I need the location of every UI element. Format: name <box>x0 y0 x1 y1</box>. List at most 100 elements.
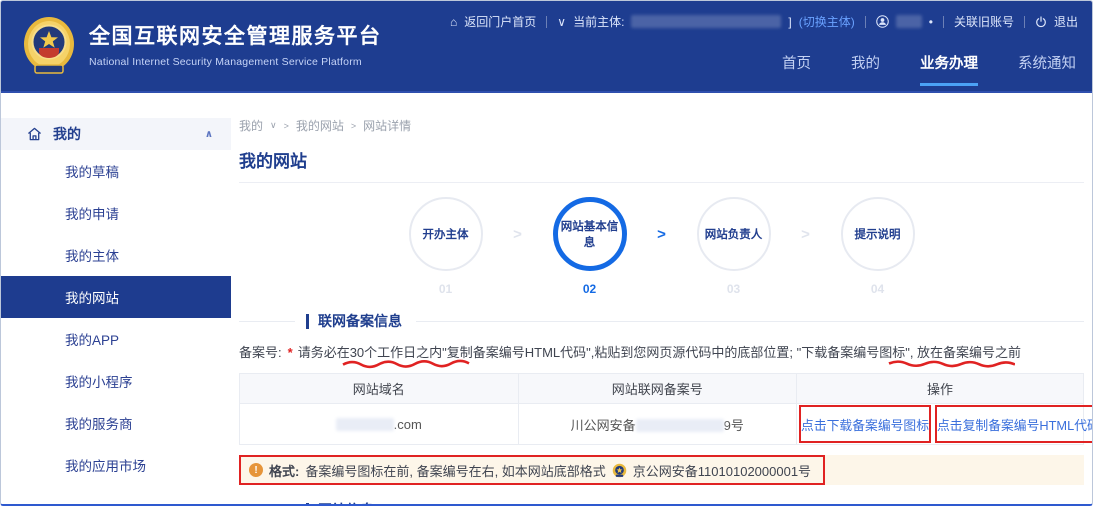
header: 全国互联网安全管理服务平台 National Internet Security… <box>1 1 1092 93</box>
red-underline-annotation <box>887 359 1015 369</box>
section-bar <box>306 503 309 506</box>
redacted-filing-number <box>636 419 724 432</box>
divider <box>239 321 295 322</box>
divider <box>1024 16 1025 28</box>
home-icon: ⌂ <box>450 15 457 29</box>
format-notice-bar: ! 格式: 备案编号图标在前, 备案编号在右, 如本网站底部格式 京公网安备11… <box>239 455 1084 485</box>
police-emblem-logo <box>19 15 79 77</box>
breadcrumb-item-websites[interactable]: 我的网站 <box>296 117 344 134</box>
step-4-circle: 提示说明 <box>841 197 915 271</box>
sidebar-item-applications[interactable]: 我的申请 <box>1 192 231 234</box>
filing-no-suffix: 9号 <box>724 418 744 433</box>
chevron-down-icon[interactable]: ∨ <box>557 15 566 29</box>
breadcrumb: 我的 ∨ > 我的网站 > 网站详情 <box>239 117 1084 134</box>
nav-item-notifications[interactable]: 系统通知 <box>1018 52 1076 86</box>
step-2-circle: 网站基本信息 <box>553 197 627 271</box>
sidebar-item-appmarkets[interactable]: 我的应用市场 <box>1 444 231 486</box>
column-header-filing-number: 网站联网备案号 <box>518 374 797 404</box>
format-label: 格式: <box>269 461 299 480</box>
step-arrow-icon: > <box>783 197 829 271</box>
body: 我的 ∧ 我的草稿 我的申请 我的主体 我的网站 我的APP 我的小程序 我的服… <box>1 93 1092 505</box>
red-box-annotation: ! 格式: 备案编号图标在前, 备案编号在右, 如本网站底部格式 京公网安备11… <box>239 455 825 485</box>
app-subtitle: National Internet Security Management Se… <box>89 56 382 68</box>
step-2-number: 02 <box>583 282 596 296</box>
current-entity-label: 当前主体: <box>573 13 624 30</box>
sidebar-group-mine[interactable]: 我的 ∧ <box>1 118 231 150</box>
power-icon <box>1035 16 1047 28</box>
switch-entity-link[interactable]: (切换主体) <box>799 13 855 30</box>
table-header-row: 网站域名 网站联网备案号 操作 <box>240 374 1084 404</box>
sidebar-item-miniprograms[interactable]: 我的小程序 <box>1 360 231 402</box>
user-icon <box>876 15 889 28</box>
page-title: 我的网站 <box>239 147 1084 172</box>
redacted-user-name <box>896 15 922 28</box>
home-icon <box>27 127 42 141</box>
divider <box>546 16 547 28</box>
divider <box>239 182 1084 183</box>
step-4: 提示说明 04 <box>829 197 927 296</box>
user-mark: • <box>929 15 933 29</box>
breadcrumb-separator: > <box>351 121 356 131</box>
filing-number-note: 备案号: * 请务必在30个工作日之内"复制备案编号HTML代码",粘贴到您网页源代… <box>239 344 1084 362</box>
stepper: 开办主体 01 > 网站基本信息 02 > 网站负责人 03 > 提示说明 04 <box>239 197 1084 296</box>
breadcrumb-item-detail: 网站详情 <box>363 117 411 134</box>
logout-button[interactable]: 退出 <box>1054 13 1078 30</box>
filing-badge-icon <box>612 463 627 478</box>
actions-cell: 点击下载备案编号图标 点击复制备案编号HTML代码 <box>797 404 1084 445</box>
sidebar-item-apps[interactable]: 我的APP <box>1 318 231 360</box>
sidebar-item-providers[interactable]: 我的服务商 <box>1 402 231 444</box>
nav-item-mine[interactable]: 我的 <box>851 52 880 86</box>
step-3: 网站负责人 03 <box>685 197 783 296</box>
nav-item-business[interactable]: 业务办理 <box>920 52 978 86</box>
example-filing-number: 京公网安备11010102000001号 <box>633 461 811 480</box>
sidebar-group-label: 我的 <box>53 124 81 144</box>
breadcrumb-separator: > <box>284 121 289 131</box>
step-arrow-icon: > <box>495 197 541 271</box>
main-content: 我的 ∨ > 我的网站 > 网站详情 我的网站 开办主体 01 > 网站基本信息… <box>231 93 1092 505</box>
brand: 全国互联网安全管理服务平台 National Internet Security… <box>89 20 382 68</box>
sidebar-item-entities[interactable]: 我的主体 <box>1 234 231 276</box>
top-utility-bar: ⌂ 返回门户首页 ∨ 当前主体: ] (切换主体) • 关联旧账号 退出 <box>450 13 1078 30</box>
sidebar-item-drafts[interactable]: 我的草稿 <box>1 150 231 192</box>
step-1-number: 01 <box>439 282 452 296</box>
entity-bracket: ] <box>788 15 791 29</box>
download-filing-icon-link[interactable]: 点击下载备案编号图标 <box>799 405 931 443</box>
step-1-circle: 开办主体 <box>409 197 483 271</box>
filing-table: 网站域名 网站联网备案号 操作 .com 川公网安备9号 <box>239 373 1084 445</box>
filing-number-label: 备案号: <box>239 345 282 360</box>
app-title: 全国互联网安全管理服务平台 <box>89 20 382 50</box>
sidebar-item-websites[interactable]: 我的网站 <box>1 276 231 318</box>
domain-cell: .com <box>240 404 519 445</box>
format-text: 备案编号图标在前, 备案编号在右, 如本网站底部格式 <box>305 461 605 480</box>
actions: 点击下载备案编号图标 点击复制备案编号HTML代码 <box>797 404 1083 444</box>
redacted-domain <box>336 418 394 431</box>
section-header-filing: 联网备案信息 <box>239 311 1084 331</box>
app-window: 全国互联网安全管理服务平台 National Internet Security… <box>0 0 1093 506</box>
section-bar <box>306 314 309 329</box>
divider <box>416 321 1084 322</box>
domain-suffix: .com <box>394 417 422 432</box>
copy-filing-html-link[interactable]: 点击复制备案编号HTML代码 <box>935 405 1093 443</box>
column-header-actions: 操作 <box>797 374 1084 404</box>
portal-home-link[interactable]: 返回门户首页 <box>464 13 536 30</box>
step-2: 网站基本信息 02 <box>541 197 639 296</box>
link-old-account[interactable]: 关联旧账号 <box>954 13 1014 30</box>
section-header-website: 网站信息 <box>239 500 1084 506</box>
step-arrow-icon: > <box>639 197 685 271</box>
chevron-down-icon[interactable]: ∨ <box>270 120 277 131</box>
section-title: 联网备案信息 <box>318 311 402 331</box>
chevron-up-icon: ∧ <box>205 129 213 140</box>
section-title: 网站信息 <box>318 500 374 506</box>
breadcrumb-item-mine[interactable]: 我的 <box>239 117 263 134</box>
filing-note-text: 请务必在30个工作日之内"复制备案编号HTML代码",粘贴到您网页源代码中的底部… <box>298 345 1021 360</box>
step-3-number: 03 <box>727 282 740 296</box>
table-row: .com 川公网安备9号 点击下载备案编号图标 点击复制备案编号HTML代码 <box>240 404 1084 445</box>
redacted-entity-name <box>631 15 781 28</box>
divider <box>865 16 866 28</box>
required-mark: * <box>288 345 293 360</box>
step-1: 开办主体 01 <box>397 197 495 296</box>
warning-icon: ! <box>249 463 263 477</box>
main-nav: 首页 我的 业务办理 系统通知 <box>782 52 1076 86</box>
step-4-number: 04 <box>871 282 884 296</box>
nav-item-home[interactable]: 首页 <box>782 52 811 86</box>
